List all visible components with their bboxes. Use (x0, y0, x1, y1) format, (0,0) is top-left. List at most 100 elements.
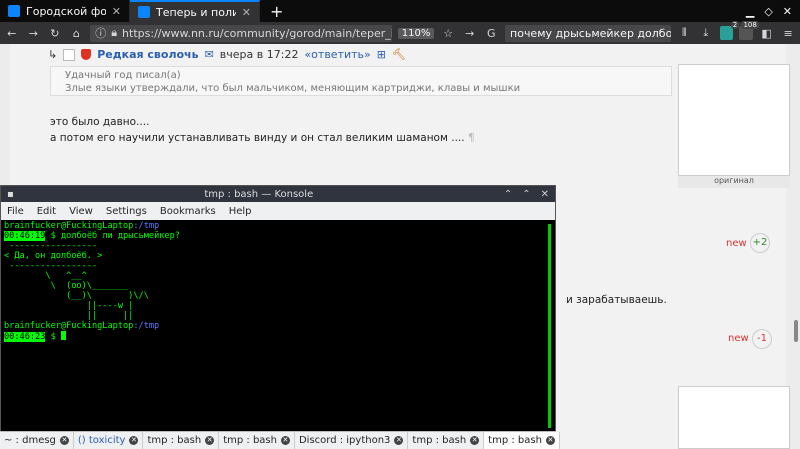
image-placeholder[interactable] (678, 64, 790, 176)
menu-icon[interactable]: ≡ (780, 27, 796, 40)
menu-edit[interactable]: Edit (37, 206, 56, 217)
download-icon[interactable]: ⤓ (698, 26, 714, 40)
post-line: а потом его научили устанавливать винду … (50, 132, 465, 144)
expand-icon[interactable]: ↳ (48, 48, 57, 61)
zoom-level[interactable]: 110% (397, 27, 435, 39)
score-badge[interactable]: -1 (752, 329, 772, 349)
new-tab-button[interactable]: + (260, 0, 293, 22)
browser-tab-bar: Городской форум Ниж ✕ Теперь и полимерок… (0, 0, 800, 22)
menu-view[interactable]: View (69, 206, 93, 217)
tab-close-icon[interactable]: ✕ (394, 436, 404, 445)
shield-icon (81, 49, 92, 60)
paragraph-mark[interactable]: ¶ (468, 132, 475, 144)
konsole-tab[interactable]: tmp : bash ✕ (143, 432, 220, 449)
cow-line: < Да, он долбоёб. > (4, 251, 103, 261)
tab-close-icon[interactable]: ✕ (545, 436, 555, 445)
back-icon[interactable]: ← (4, 27, 20, 40)
menu-file[interactable]: File (7, 206, 24, 217)
tab-close-icon[interactable]: ✕ (129, 436, 139, 445)
tab-title: Городской форум Ниж (26, 4, 106, 18)
prompt-time: 00:46:23 (4, 332, 46, 342)
command-text: долбоёб ли дрысьмейкер? (60, 231, 180, 241)
quote-icon[interactable]: ⊞ (377, 48, 386, 61)
tab-title: Теперь и полимерокол (156, 5, 236, 19)
maximize-icon[interactable]: ◇ (764, 5, 772, 18)
browser-tab-thread[interactable]: Теперь и полимерокол ✕ (130, 0, 260, 22)
konsole-tab-label: tmp : bash (223, 435, 277, 446)
reply-link[interactable]: «ответить» (304, 48, 370, 61)
quote-block: Удачный год писал(а) Злые языки утвержда… (50, 66, 672, 96)
tab-close-icon[interactable]: ✕ (59, 436, 69, 445)
konsole-tab[interactable]: () toxicity ✕ (74, 432, 144, 449)
keep-above-icon[interactable]: ⌃ (504, 189, 512, 200)
tab-close-icon[interactable]: ✕ (280, 436, 290, 445)
cow-line: \ (oo)\_______ (4, 281, 129, 291)
cow-line: || || (4, 311, 134, 321)
scrollbar-thumb[interactable] (794, 320, 798, 342)
post-time: вчера в 17:22 (219, 48, 299, 61)
post-line: это было давно.... (50, 116, 150, 128)
browser-tab-forum[interactable]: Городской форум Ниж ✕ (0, 0, 130, 22)
post-author-link[interactable]: Редкая сволочь (97, 48, 198, 61)
page-scrollbar[interactable] (792, 44, 800, 449)
konsole-tab-label: Discord : ipython3 (298, 435, 391, 446)
close-window-icon[interactable]: ✕ (783, 5, 792, 18)
terminal-output[interactable]: brainfucker@FuckingLaptop:/tmp 00:46:19 $… (1, 220, 555, 432)
cow-line: \ ^__^ (4, 271, 87, 281)
url-bar[interactable]: ⓘ 🔒︎ https://www.nn.ru/community/gorod/m… (90, 24, 392, 42)
close-icon[interactable]: ✕ (541, 189, 549, 200)
prompt-path: :/tmp (133, 221, 160, 231)
prompt-user: brainfucker@FuckingLaptop (4, 221, 134, 231)
tool-icon[interactable]: 🔨︎ (392, 48, 406, 61)
window-menu-icon[interactable]: ▪ (7, 189, 14, 200)
window-controls: ▁ ◇ ✕ (746, 0, 800, 22)
konsole-tab[interactable]: Discord : ipython3 ✕ (295, 432, 409, 449)
menu-settings[interactable]: Settings (106, 206, 147, 217)
original-image-link[interactable]: оригинал (678, 176, 790, 188)
cow-line: ||----w | (4, 301, 134, 311)
cow-line: (__)\ )\/\ (4, 291, 149, 301)
konsole-tab[interactable]: tmp : bash ✕ (219, 432, 295, 449)
post-body: это было давно.... а потом его научили у… (50, 114, 475, 146)
post-text-fragment: и зарабатываешь. (566, 294, 667, 306)
tab-close-icon[interactable]: ✕ (242, 6, 251, 19)
addon-icon[interactable]: 108 (739, 21, 759, 40)
extension-icon[interactable]: ◧ (759, 27, 775, 40)
tab-close-icon[interactable]: ✕ (112, 5, 121, 18)
library-icon[interactable]: ⫴ (677, 26, 693, 40)
bookmark-star-icon[interactable]: ☆ (440, 27, 456, 40)
go-arrow-icon[interactable]: → (462, 27, 478, 40)
konsole-titlebar[interactable]: ▪ tmp : bash — Konsole ⌃ ⌃ ✕ (1, 186, 555, 202)
addon-icon[interactable]: 2 (719, 21, 740, 40)
maximize-icon[interactable]: ⌃ (522, 189, 530, 200)
prompt-time: 00:46:19 (4, 231, 46, 241)
info-icon[interactable]: ⓘ (95, 25, 106, 41)
home-icon[interactable]: ⌂ (69, 27, 85, 40)
konsole-menubar: File Edit View Settings Bookmarks Help (1, 202, 555, 220)
konsole-tab-label: tmp : bash (412, 435, 467, 446)
score-badge[interactable]: +2 (750, 233, 770, 253)
mail-icon[interactable]: ✉ (205, 48, 214, 61)
minimize-icon[interactable]: ▁ (746, 5, 754, 18)
search-engine-icon[interactable]: G (483, 27, 499, 40)
konsole-tab-label: tmp : bash (488, 435, 542, 446)
forward-icon[interactable]: → (26, 27, 42, 40)
lock-icon: 🔒︎ (111, 26, 118, 39)
reload-icon[interactable]: ↻ (47, 27, 63, 40)
tab-close-icon[interactable]: ✕ (470, 436, 480, 445)
site-favicon-icon (8, 5, 20, 17)
image-placeholder[interactable] (678, 386, 790, 449)
terminal-scrollbar[interactable] (548, 224, 551, 428)
konsole-tab[interactable]: ~ : dmesg ✕ (0, 432, 74, 449)
menu-bookmarks[interactable]: Bookmarks (160, 206, 216, 217)
konsole-tab-active[interactable]: tmp : bash ✕ (484, 432, 560, 449)
menu-help[interactable]: Help (229, 206, 252, 217)
prompt-dollar: $ (50, 332, 56, 342)
new-label: new (728, 333, 749, 344)
quote-text: Злые языки утверждали, что был мальчиком… (65, 83, 521, 94)
search-box[interactable]: почему дрысьмейкер долбоё → (505, 24, 671, 42)
konsole-tab[interactable]: tmp : bash ✕ (408, 432, 485, 449)
avatar (63, 48, 76, 61)
tab-close-icon[interactable]: ✕ (205, 436, 215, 445)
prompt-dollar: $ (50, 231, 56, 241)
